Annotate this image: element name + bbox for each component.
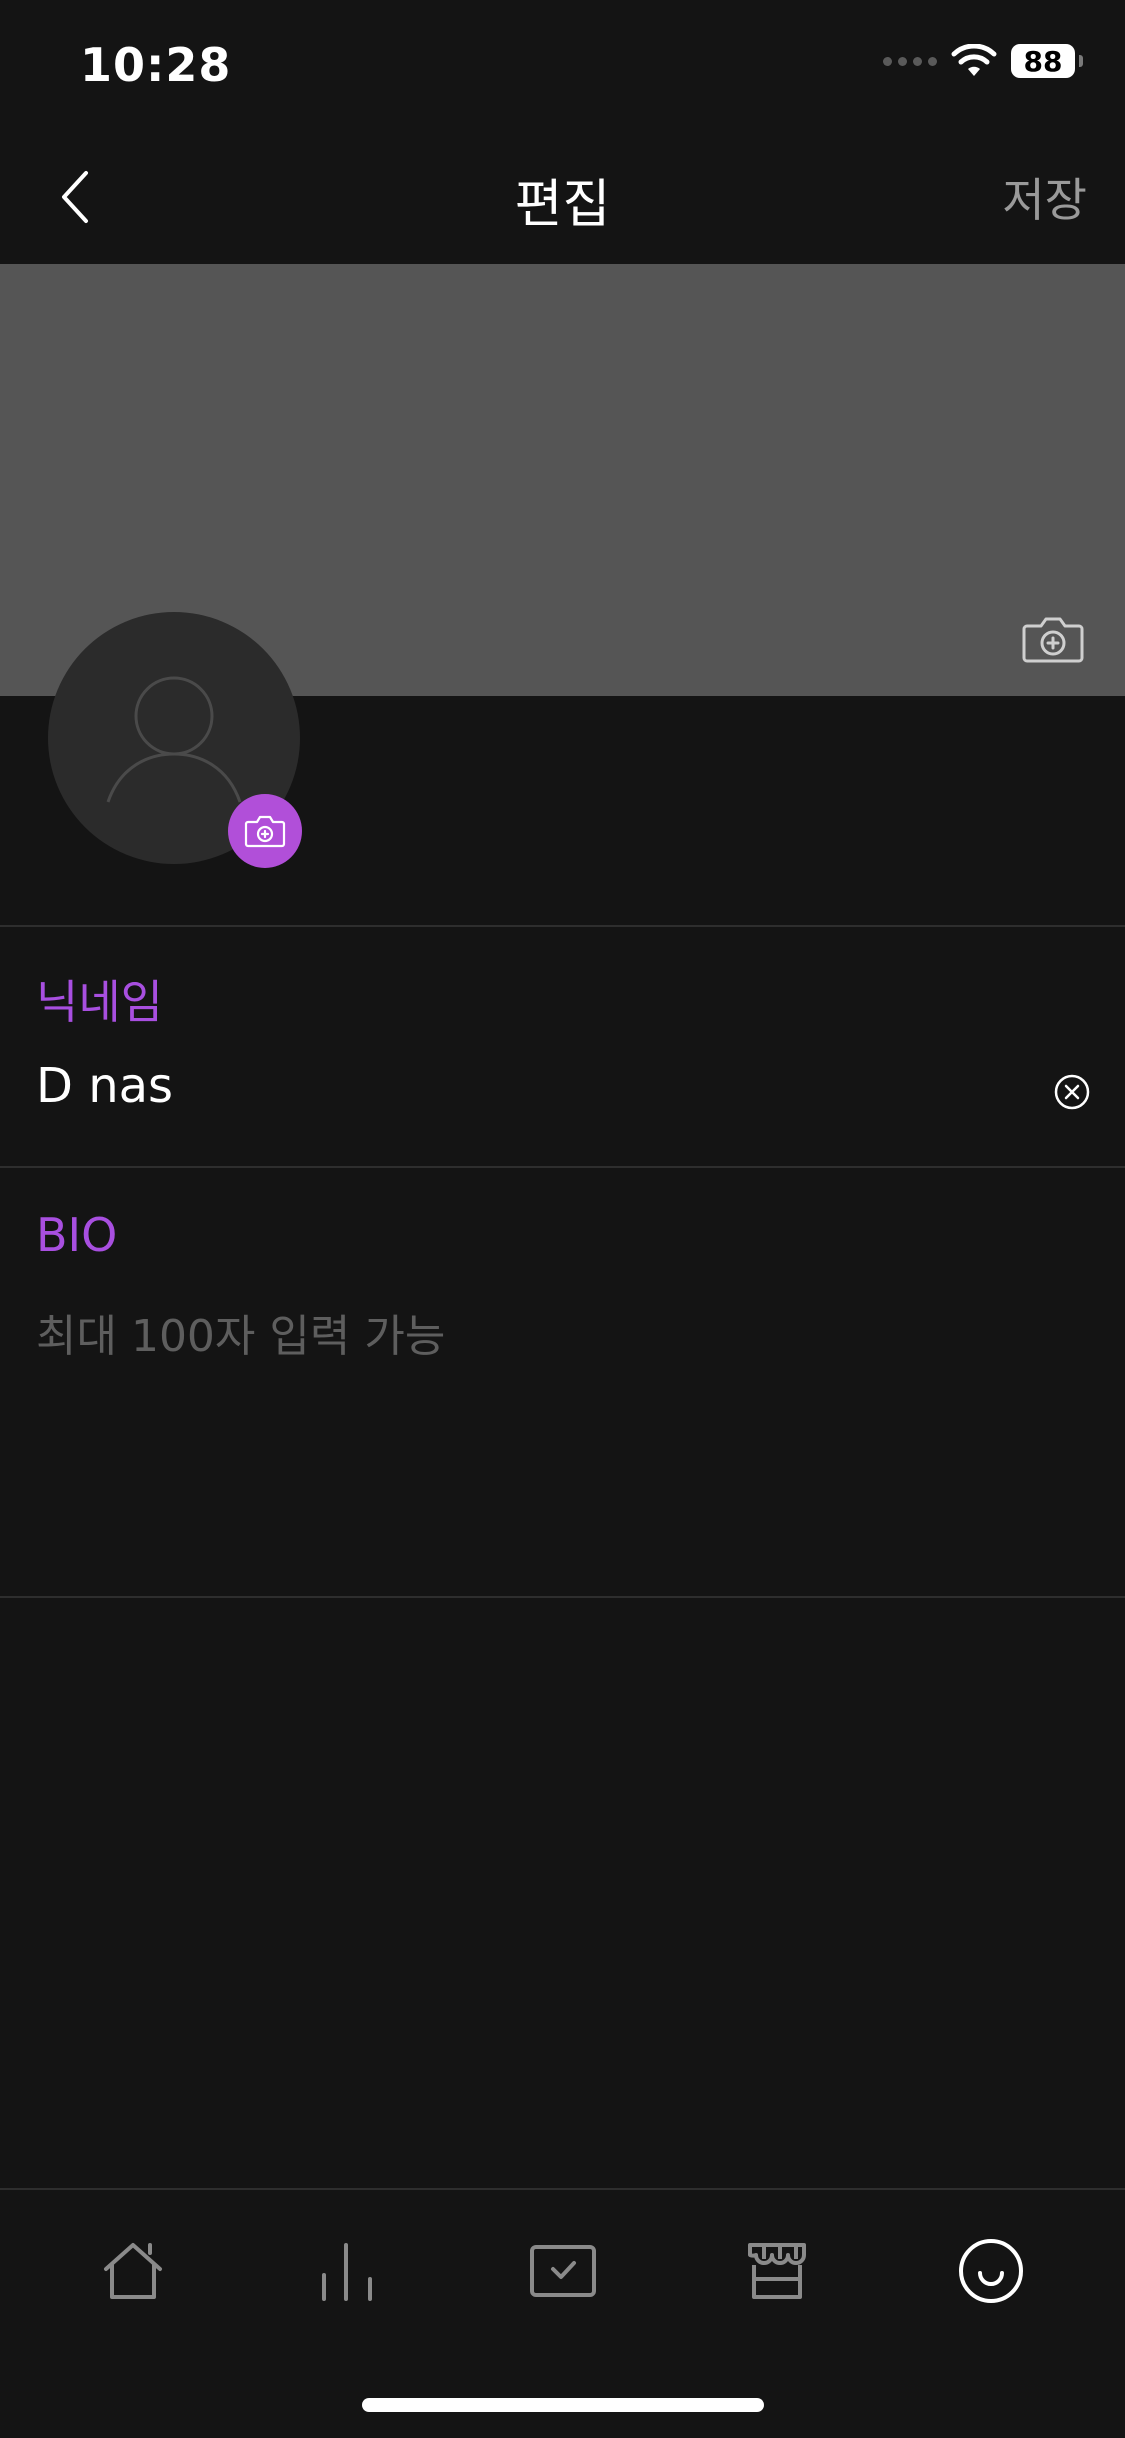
camera-plus-icon[interactable] (1021, 614, 1085, 664)
camera-plus-icon (244, 815, 286, 848)
wifi-icon (951, 44, 997, 76)
status-time: 10:28 (80, 38, 232, 92)
signal-dots-icon (883, 56, 937, 66)
smile-icon (959, 2239, 1023, 2303)
home-icon (104, 2243, 162, 2299)
divider (0, 1166, 1125, 1168)
checkbox-tray-icon (530, 2245, 596, 2297)
divider (0, 925, 1125, 927)
avatar-camera-button[interactable] (228, 794, 302, 868)
tab-profile[interactable] (946, 2226, 1036, 2316)
bio-label: BIO (36, 1208, 118, 1262)
nav-bar: 편집 저장 (0, 132, 1125, 264)
tab-chart[interactable] (302, 2226, 392, 2316)
status-icons: 88 (883, 44, 1083, 78)
save-button[interactable]: 저장 (1002, 164, 1087, 230)
tab-home[interactable] (88, 2226, 178, 2316)
home-indicator (362, 2398, 764, 2412)
page-title: 편집 (514, 175, 611, 235)
nickname-input[interactable] (36, 1058, 1016, 1114)
divider (0, 1596, 1125, 1598)
chart-bars-icon (322, 2243, 372, 2301)
store-icon (748, 2243, 806, 2299)
nickname-label: 닉네임 (36, 975, 163, 1029)
status-bar: 10:28 88 (0, 0, 1125, 132)
bio-input[interactable] (36, 1300, 1086, 1560)
battery-icon: 88 (1011, 44, 1075, 78)
circle-x-icon[interactable] (1053, 1073, 1091, 1111)
battery-cap (1079, 55, 1083, 67)
tab-store[interactable] (732, 2226, 822, 2316)
tab-inbox[interactable] (518, 2226, 608, 2316)
battery-level: 88 (1023, 44, 1063, 78)
